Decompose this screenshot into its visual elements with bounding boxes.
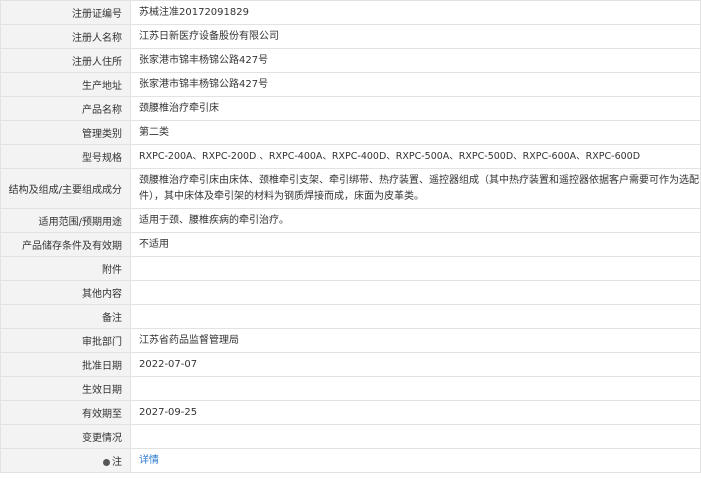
field-label: 产品储存条件及有效期 [0, 232, 131, 257]
table-row: 适用范围/预期用途 适用于颈、腰椎疾病的牵引治疗。 [0, 208, 701, 233]
details-link[interactable]: 详情 [139, 455, 159, 466]
field-label: 注册人名称 [0, 24, 131, 49]
field-label: 适用范围/预期用途 [0, 208, 131, 233]
field-value: 2022-07-07 [130, 352, 701, 377]
table-row: 变更情况 [0, 424, 701, 449]
table-row: 备注 [0, 304, 701, 329]
field-value [130, 304, 701, 329]
field-label: 备注 [0, 304, 131, 329]
location-pin-icon [103, 459, 110, 466]
field-value: 不适用 [130, 232, 701, 257]
field-value [130, 256, 701, 281]
field-value: 张家港市锦丰杨锦公路427号 [130, 48, 701, 73]
field-label: 管理类别 [0, 120, 131, 145]
table-row: 有效期至 2027-09-25 [0, 400, 701, 425]
field-label: 批准日期 [0, 352, 131, 377]
field-label: 结构及组成/主要组成成分 [0, 168, 131, 209]
table-row: 型号规格 RXPC-200A、RXPC-200D 、RXPC-400A、RXPC… [0, 144, 701, 169]
table-row: 结构及组成/主要组成成分 颈腰椎治疗牵引床由床体、颈椎牵引支架、牵引绑带、热疗装… [0, 168, 701, 209]
field-value: 适用于颈、腰椎疾病的牵引治疗。 [130, 208, 701, 233]
note-label: 注 [112, 457, 122, 468]
field-value: 张家港市锦丰杨锦公路427号 [130, 72, 701, 97]
field-value: RXPC-200A、RXPC-200D 、RXPC-400A、RXPC-400D… [130, 144, 701, 169]
field-value [130, 280, 701, 305]
table-row: 产品储存条件及有效期 不适用 [0, 232, 701, 257]
field-value [130, 376, 701, 401]
field-value: 苏械注准20172091829 [130, 0, 701, 25]
table-row: 附件 [0, 256, 701, 281]
field-label: 生产地址 [0, 72, 131, 97]
table-row: 生效日期 [0, 376, 701, 401]
table-row: 生产地址 张家港市锦丰杨锦公路427号 [0, 72, 701, 97]
field-label: 注册人住所 [0, 48, 131, 73]
table-row: 产品名称 颈腰椎治疗牵引床 [0, 96, 701, 121]
table-row: 注册人名称 江苏日新医疗设备股份有限公司 [0, 24, 701, 49]
table-row: 注册人住所 张家港市锦丰杨锦公路427号 [0, 48, 701, 73]
field-label: 变更情况 [0, 424, 131, 449]
field-value: 颈腰椎治疗牵引床由床体、颈椎牵引支架、牵引绑带、热疗装置、遥控器组成（其中热疗装… [130, 168, 701, 209]
field-label: 其他内容 [0, 280, 131, 305]
field-label: 注册证编号 [0, 0, 131, 25]
table-row: 审批部门 江苏省药品监督管理局 [0, 328, 701, 353]
field-value: 第二类 [130, 120, 701, 145]
note-value-cell: 详情 [130, 448, 701, 473]
table-row: 管理类别 第二类 [0, 120, 701, 145]
field-value [130, 424, 701, 449]
table-row: 注 详情 [0, 448, 701, 473]
field-label: 型号规格 [0, 144, 131, 169]
field-label: 审批部门 [0, 328, 131, 353]
table-row: 其他内容 [0, 280, 701, 305]
field-value: 江苏省药品监督管理局 [130, 328, 701, 353]
field-label: 生效日期 [0, 376, 131, 401]
note-label-cell: 注 [0, 448, 131, 473]
field-label: 产品名称 [0, 96, 131, 121]
field-value: 颈腰椎治疗牵引床 [130, 96, 701, 121]
table-row: 注册证编号 苏械注准20172091829 [0, 0, 701, 25]
field-label: 附件 [0, 256, 131, 281]
field-value: 江苏日新医疗设备股份有限公司 [130, 24, 701, 49]
field-value: 2027-09-25 [130, 400, 701, 425]
registration-detail-table: 注册证编号 苏械注准20172091829 注册人名称 江苏日新医疗设备股份有限… [0, 0, 701, 473]
table-row: 批准日期 2022-07-07 [0, 352, 701, 377]
field-label: 有效期至 [0, 400, 131, 425]
